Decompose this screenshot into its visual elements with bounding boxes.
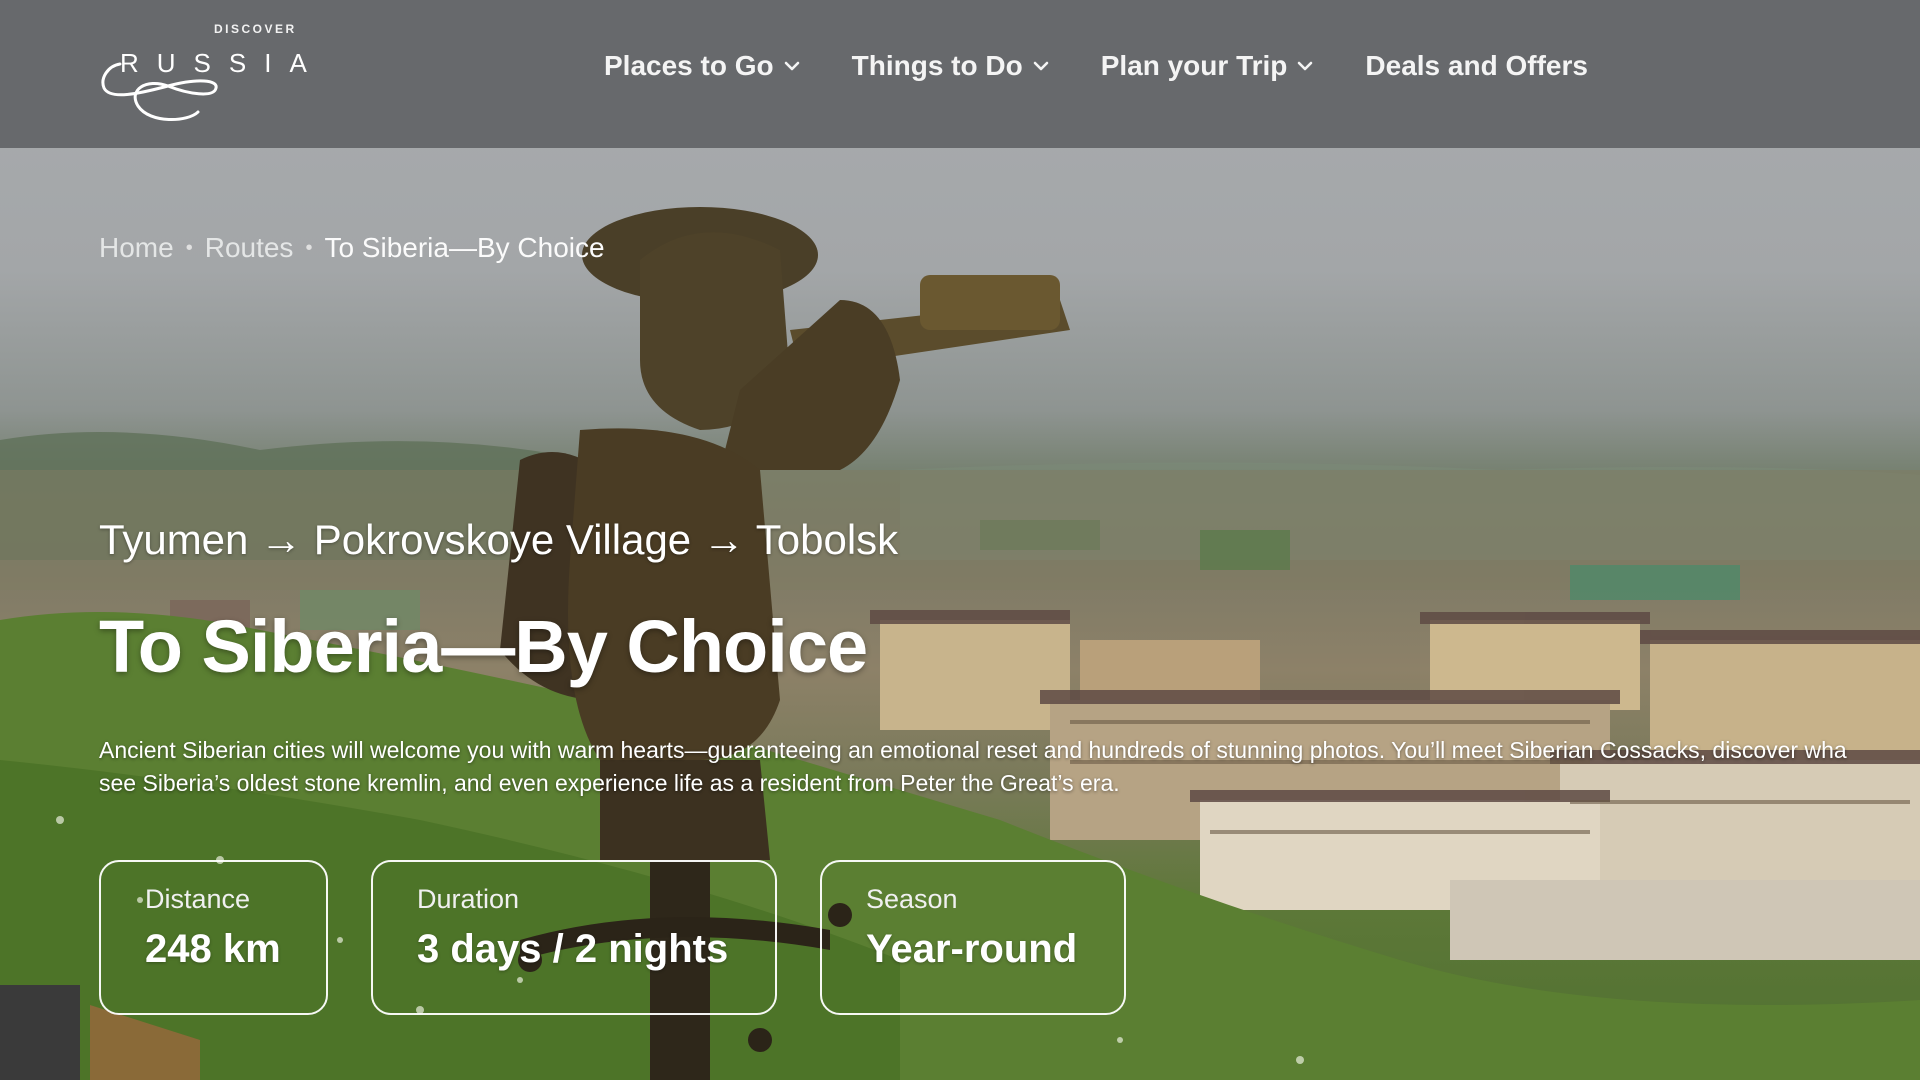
chevron-down-icon: [1298, 61, 1313, 71]
logo-swirl-icon: [101, 62, 218, 122]
nav-plan-your-trip[interactable]: Plan your Trip: [1101, 50, 1314, 82]
nav-label: Things to Do: [851, 50, 1023, 81]
site-logo[interactable]: DISCOVER RUSSIA: [98, 20, 307, 124]
description-line: see Siberia’s oldest stone kremlin, and …: [99, 770, 1120, 796]
breadcrumb-home[interactable]: Home: [99, 232, 174, 264]
main-nav: Places to Go Things to Do Plan your Trip…: [604, 50, 1588, 82]
breadcrumb-separator: •: [185, 236, 193, 259]
nav-things-to-do[interactable]: Things to Do: [852, 50, 1049, 82]
stat-label: Season: [866, 884, 958, 914]
nav-label: Places to Go: [604, 50, 774, 81]
logo-discover-text: DISCOVER: [214, 22, 297, 36]
stat-value: 248 km: [145, 927, 281, 971]
breadcrumb: Home • Routes • To Siberia—By Choice: [99, 232, 605, 264]
nav-deals-and-offers[interactable]: Deals and Offers: [1365, 50, 1588, 82]
stat-card-season: Season Year-round: [820, 860, 1126, 1015]
route-description: Ancient Siberian cities will welcome you…: [99, 734, 1920, 800]
chevron-down-icon: [1033, 61, 1049, 71]
stat-label: Distance: [145, 884, 251, 914]
stat-label: Duration: [417, 884, 520, 914]
breadcrumb-current: To Siberia—By Choice: [324, 232, 605, 263]
route-subtitle: Tyumen → Pokrovskoye Village → Tobolsk: [99, 516, 899, 563]
nav-label: Plan your Trip: [1100, 50, 1288, 81]
breadcrumb-separator: •: [305, 236, 313, 259]
stat-card-distance: Distance 248 km: [99, 860, 328, 1015]
chevron-down-icon: [784, 61, 799, 71]
stat-value: Year-round: [866, 927, 1078, 971]
nav-places-to-go[interactable]: Places to Go: [604, 50, 800, 82]
top-navbar: DISCOVER RUSSIA Places to Go Things to D…: [0, 0, 1920, 148]
description-line: Ancient Siberian cities will welcome you…: [99, 737, 1847, 763]
stat-value: 3 days / 2 nights: [417, 927, 729, 971]
nav-label: Deals and Offers: [1365, 50, 1588, 81]
breadcrumb-routes[interactable]: Routes: [205, 232, 294, 264]
stat-card-duration: Duration 3 days / 2 nights: [371, 860, 777, 1015]
page-title: To Siberia—By Choice: [99, 605, 868, 688]
